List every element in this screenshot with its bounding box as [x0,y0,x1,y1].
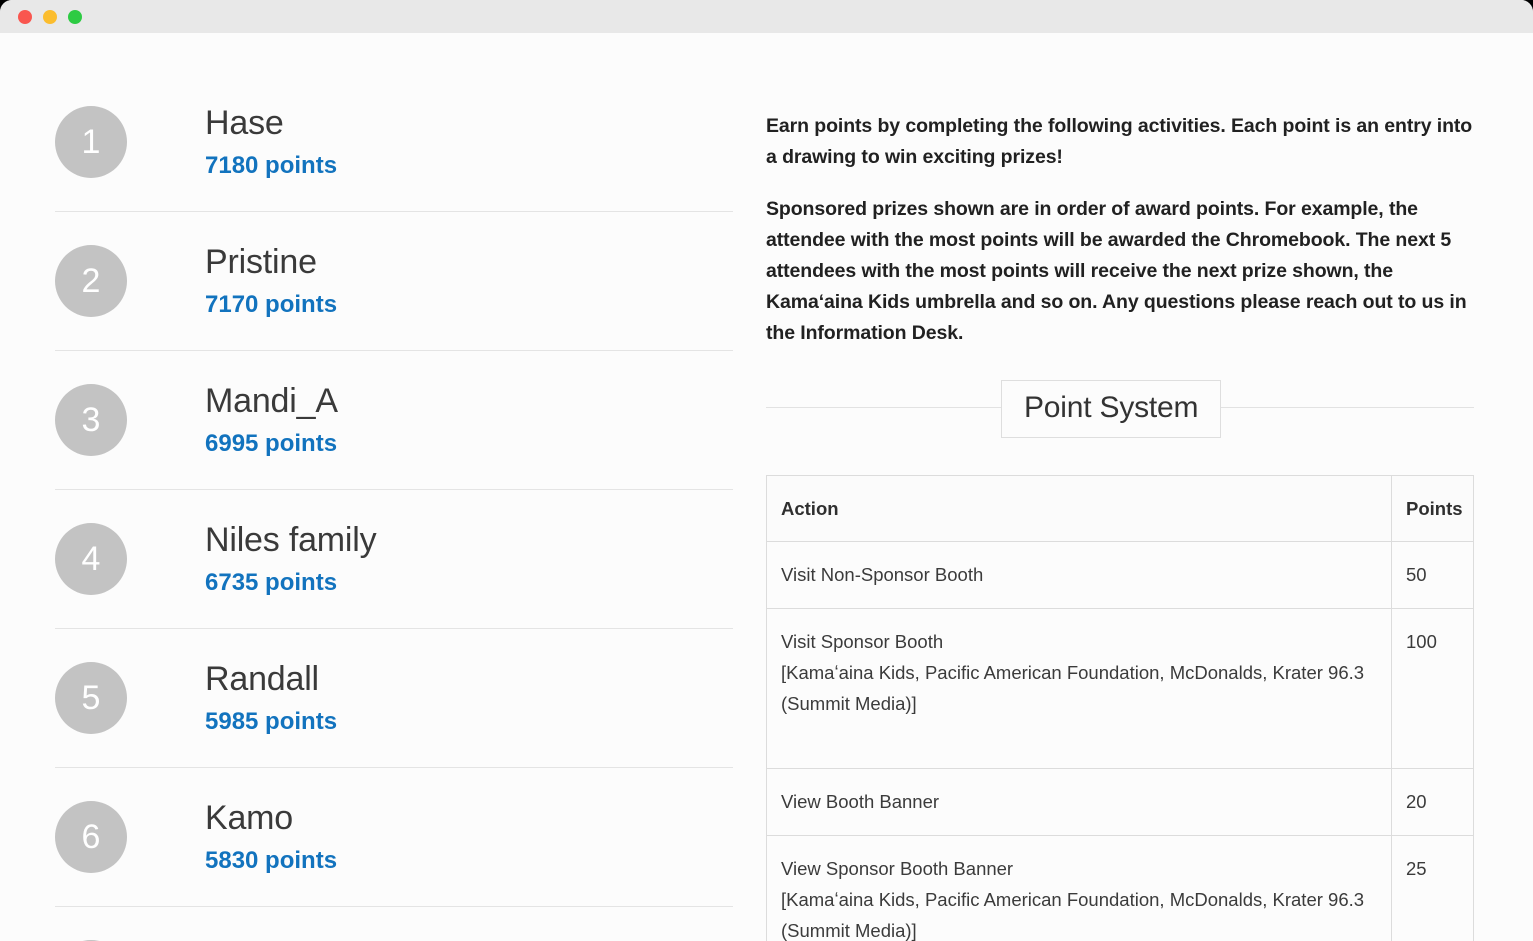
leaderboard-list: 1 Hase 7180 points 2 Pristine 7170 point… [55,73,733,941]
participant-name: Kamo [205,799,337,838]
entry-details: Mandi_A 6995 points [205,382,338,458]
participant-points[interactable]: 7170 points [205,291,337,319]
minimize-button[interactable] [43,10,57,24]
participant-points[interactable]: 5985 points [205,708,337,736]
close-button[interactable] [18,10,32,24]
participant-points[interactable]: 6735 points [205,569,376,597]
info-panel: Earn points by completing the following … [766,111,1474,941]
participant-points[interactable]: 5830 points [205,847,337,875]
action-detail: [Kamaʻaina Kids, Pacific American Founda… [781,884,1377,941]
rank-badge: 6 [55,801,127,873]
window-titlebar [0,0,1533,33]
table-row: Visit Sponsor Booth [Kamaʻaina Kids, Pac… [767,609,1474,769]
rank-badge: 1 [55,106,127,178]
participant-name: Niles family [205,521,376,560]
table-header-row: Action Points [767,476,1474,542]
rank-badge: 2 [55,245,127,317]
entry-details: Pristine 7170 points [205,243,337,319]
list-item[interactable] [55,907,733,941]
maximize-button[interactable] [68,10,82,24]
points-cell: 50 [1392,542,1474,609]
table-row: Visit Non-Sponsor Booth 50 [767,542,1474,609]
rank-badge: 4 [55,523,127,595]
app-window: 1 Hase 7180 points 2 Pristine 7170 point… [0,0,1533,941]
table-row: View Sponsor Booth Banner [Kamaʻaina Kid… [767,836,1474,941]
point-system-label: Point System [1001,380,1221,438]
rank-badge: 3 [55,384,127,456]
participant-name: Pristine [205,243,337,282]
list-item[interactable]: 4 Niles family 6735 points [55,490,733,629]
action-title: Visit Sponsor Booth [781,631,943,652]
column-header-action: Action [767,476,1392,542]
list-item[interactable]: 2 Pristine 7170 points [55,212,733,351]
action-detail: [Kamaʻaina Kids, Pacific American Founda… [781,657,1377,719]
point-system-heading: Point System [766,380,1474,438]
prizes-paragraph: Sponsored prizes shown are in order of a… [766,194,1474,349]
participant-points[interactable]: 7180 points [205,152,337,180]
action-cell: Visit Sponsor Booth [Kamaʻaina Kids, Pac… [767,609,1392,769]
participant-name: Randall [205,660,337,699]
action-cell: Visit Non-Sponsor Booth [767,542,1392,609]
points-cell: 20 [1392,769,1474,836]
action-cell: View Booth Banner [767,769,1392,836]
action-cell: View Sponsor Booth Banner [Kamaʻaina Kid… [767,836,1392,941]
participant-points[interactable]: 6995 points [205,430,338,458]
page-content: 1 Hase 7180 points 2 Pristine 7170 point… [0,33,1533,941]
list-item[interactable]: 6 Kamo 5830 points [55,768,733,907]
points-cell: 100 [1392,609,1474,769]
table-row: View Booth Banner 20 [767,769,1474,836]
list-item[interactable]: 1 Hase 7180 points [55,73,733,212]
list-item[interactable]: 5 Randall 5985 points [55,629,733,768]
column-header-points: Points [1392,476,1474,542]
entry-details: Niles family 6735 points [205,521,376,597]
participant-name: Hase [205,104,337,143]
intro-paragraph: Earn points by completing the following … [766,111,1474,173]
entry-details: Kamo 5830 points [205,799,337,875]
action-title: View Sponsor Booth Banner [781,858,1013,879]
rank-badge: 5 [55,662,127,734]
list-item[interactable]: 3 Mandi_A 6995 points [55,351,733,490]
participant-name: Mandi_A [205,382,338,421]
points-cell: 25 [1392,836,1474,941]
entry-details: Randall 5985 points [205,660,337,736]
entry-details: Hase 7180 points [205,104,337,180]
point-system-table: Action Points Visit Non-Sponsor Booth 50… [766,475,1474,941]
